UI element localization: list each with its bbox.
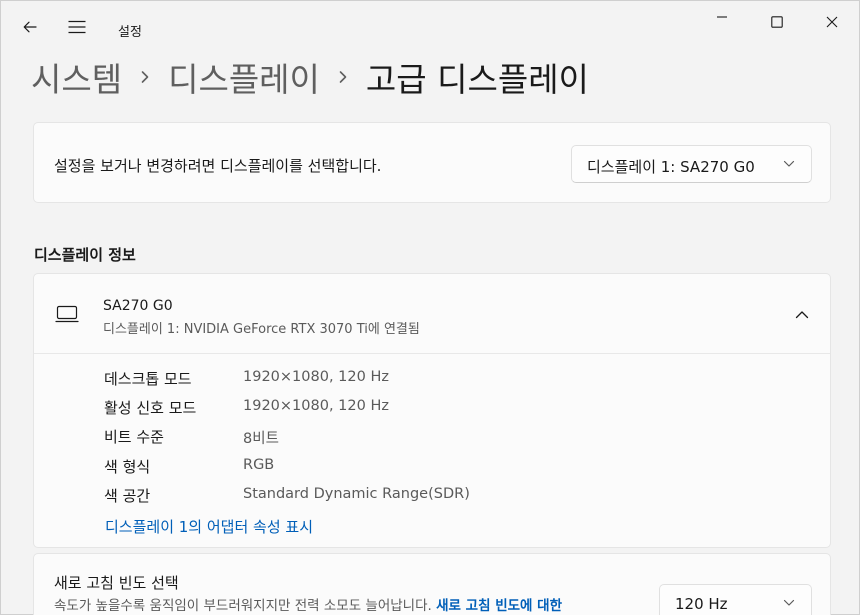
monitor-name: SA270 G0	[103, 298, 173, 314]
minimize-icon	[717, 16, 727, 18]
info-value: 1920×1080, 120 Hz	[243, 398, 389, 414]
display-select-card: 설정을 보거나 변경하려면 디스플레이를 선택합니다. 디스플레이 1: SA2…	[33, 122, 831, 203]
close-icon	[826, 16, 838, 28]
maximize-button[interactable]	[754, 7, 800, 37]
monitor-icon	[55, 305, 79, 323]
back-arrow-icon	[23, 21, 37, 33]
chevron-down-icon	[783, 160, 795, 167]
display-select-dropdown[interactable]: 디스플레이 1: SA270 G0	[571, 145, 812, 183]
display-info-header[interactable]: SA270 G0 디스플레이 1: NVIDIA GeForce RTX 307…	[34, 274, 830, 354]
refresh-rate-value: 120 Hz	[675, 595, 728, 613]
app-title: 설정	[118, 25, 142, 40]
display-select-prompt: 설정을 보거나 변경하려면 디스플레이를 선택합니다.	[54, 157, 382, 175]
info-label: 데스크톱 모드	[104, 370, 192, 388]
chevron-right-icon	[338, 70, 348, 84]
info-label: 비트 수준	[104, 428, 164, 446]
hamburger-menu-icon	[68, 20, 86, 34]
refresh-rate-title: 새로 고침 빈도 선택	[54, 574, 179, 592]
title-bar: 설정	[1, 1, 859, 49]
back-button[interactable]	[14, 11, 46, 43]
info-value: RGB	[243, 457, 275, 473]
breadcrumb-item-advanced-display: 고급 디스플레이	[365, 60, 589, 99]
breadcrumb: 시스템 디스플레이 고급 디스플레이	[31, 53, 589, 101]
display-select-value: 디스플레이 1: SA270 G0	[587, 158, 755, 176]
breadcrumb-item-display[interactable]: 디스플레이	[168, 53, 320, 101]
breadcrumb-item-system[interactable]: 시스템	[31, 53, 122, 101]
info-value: 8비트	[243, 431, 279, 447]
chevron-up-icon	[795, 310, 809, 318]
refresh-rate-description: 속도가 높을수록 움직임이 부드러워지지만 전력 소모도 늘어납니다. 새로 고…	[54, 594, 562, 614]
minimize-button[interactable]	[699, 7, 745, 37]
maximize-icon	[771, 16, 783, 28]
collapse-button[interactable]	[786, 300, 818, 328]
info-label: 활성 신호 모드	[104, 399, 197, 417]
close-button[interactable]	[809, 7, 855, 37]
adapter-properties-link[interactable]: 디스플레이 1의 어댑터 속성 표시	[105, 516, 313, 537]
chevron-right-icon	[140, 70, 150, 84]
info-value: 1920×1080, 120 Hz	[243, 369, 389, 385]
info-value: Standard Dynamic Range(SDR)	[243, 486, 470, 502]
chevron-down-icon	[783, 599, 795, 606]
display-info-card: SA270 G0 디스플레이 1: NVIDIA GeForce RTX 307…	[33, 273, 831, 548]
refresh-rate-description-text: 속도가 높을수록 움직임이 부드러워지지만 전력 소모도 늘어납니다.	[54, 598, 432, 614]
navigation-menu-button[interactable]	[61, 11, 93, 43]
refresh-rate-card: 새로 고침 빈도 선택 속도가 높을수록 움직임이 부드러워지지만 전력 소모도…	[33, 553, 831, 615]
monitor-connection-info: 디스플레이 1: NVIDIA GeForce RTX 3070 Ti에 연결됨	[103, 322, 420, 337]
refresh-rate-learn-more-link[interactable]: 새로 고침 빈도에 대한	[436, 598, 562, 614]
info-label: 색 형식	[104, 458, 151, 476]
refresh-rate-dropdown[interactable]: 120 Hz	[659, 584, 812, 615]
display-info-section-title: 디스플레이 정보	[34, 246, 136, 264]
info-label: 색 공간	[104, 487, 151, 505]
